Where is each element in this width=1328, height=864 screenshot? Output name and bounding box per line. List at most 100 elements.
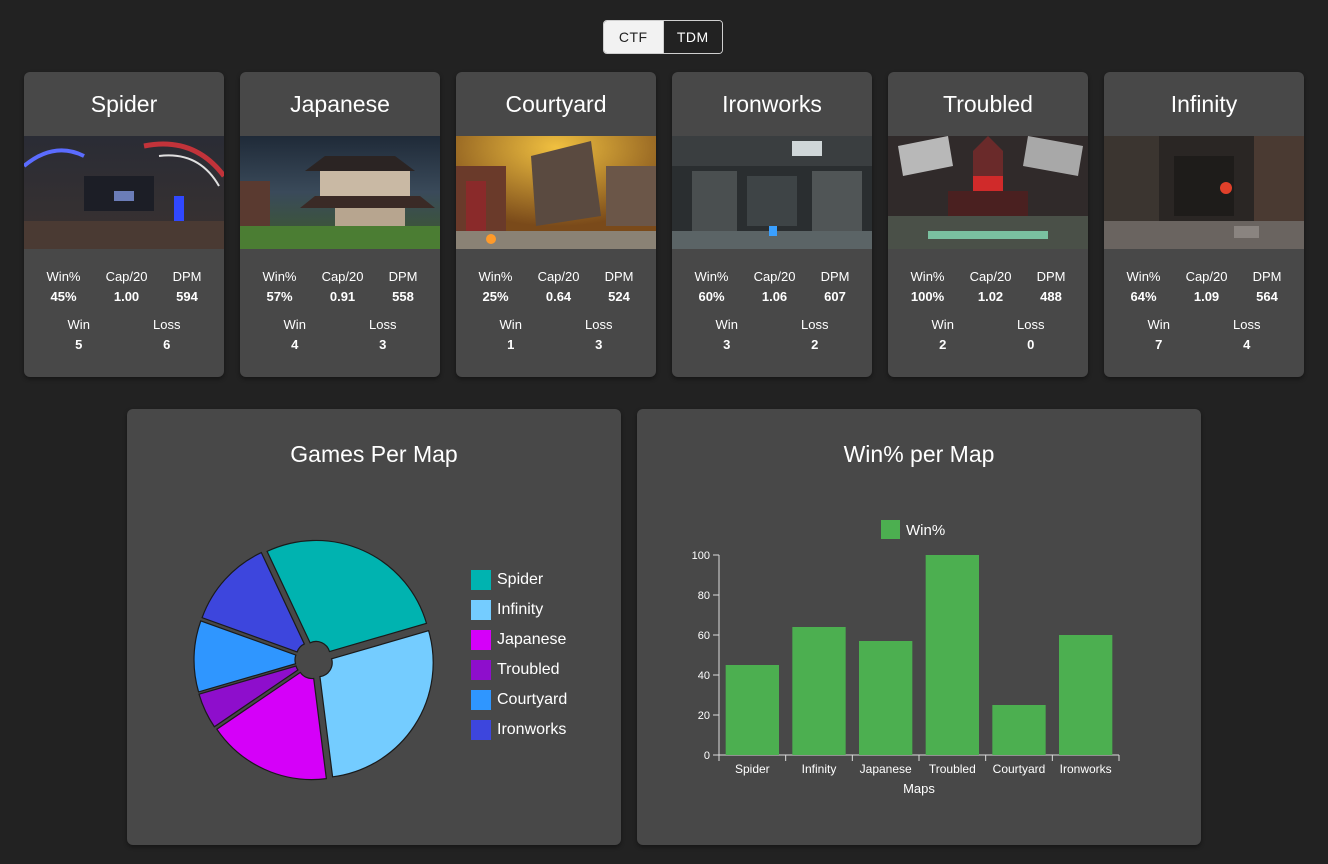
bar-courtyard[interactable] xyxy=(992,705,1046,755)
legend-label: Infinity xyxy=(497,601,544,618)
map-card-japanese: Japanese Win% 57% Cap/20 0.91 DPM 558 Win 4 … xyxy=(240,72,440,377)
map-screenshot xyxy=(456,136,656,249)
loss-value: 4 xyxy=(1243,337,1251,352)
map-card-title: Ironworks xyxy=(722,91,822,117)
map-screenshot xyxy=(672,136,872,249)
win-pct-label: Win% xyxy=(478,269,513,284)
win-label: Win xyxy=(499,317,522,332)
legend-label-win-pct: Win% xyxy=(906,522,945,539)
x-tick-label: Ironworks xyxy=(1060,762,1112,776)
map-screenshot xyxy=(24,136,224,249)
bar-troubled[interactable] xyxy=(925,555,979,755)
x-tick-label: Infinity xyxy=(802,762,837,776)
cap20-label: Cap/20 xyxy=(969,269,1012,284)
loss-value: 2 xyxy=(811,337,819,352)
x-tick-label: Troubled xyxy=(929,762,976,776)
win-value: 1 xyxy=(507,337,515,352)
dpm-label: DPM xyxy=(388,269,418,284)
dpm-label: DPM xyxy=(604,269,634,284)
loss-label: Loss xyxy=(1016,317,1045,332)
win-label: Win xyxy=(931,317,954,332)
win-pct-label: Win% xyxy=(910,269,945,284)
map-card-troubled: Troubled Win% 100% Cap/20 1.02 DPM 488 Win 2… xyxy=(888,72,1088,377)
games-per-map-panel: Games Per Map Spider Infinity Japanese Trou… xyxy=(127,409,621,845)
win-value: 7 xyxy=(1155,337,1163,352)
legend-swatch-win-pct xyxy=(881,520,900,539)
win-pct-value: 25% xyxy=(482,289,509,304)
cap20-value: 0.91 xyxy=(329,289,356,304)
map-card-title: Infinity xyxy=(1170,91,1238,117)
loss-value: 3 xyxy=(379,337,387,352)
pie-slice-infinity[interactable] xyxy=(319,629,434,778)
win-pct-label: Win% xyxy=(262,269,297,284)
cap20-label: Cap/20 xyxy=(105,269,148,284)
legend-swatch xyxy=(471,660,491,680)
map-card-courtyard: Courtyard Win% 25% Cap/20 0.64 DPM 524 Win 1… xyxy=(456,72,656,377)
dpm-value: 594 xyxy=(176,289,198,304)
map-card-spider: Spider Win% 45% Cap/20 1.00 DPM 594 Win 5 Lo… xyxy=(24,72,224,377)
legend-item-courtyard[interactable]: Courtyard xyxy=(471,690,567,710)
cap20-label: Cap/20 xyxy=(753,269,796,284)
dpm-value: 488 xyxy=(1040,289,1062,304)
loss-label: Loss xyxy=(1232,317,1261,332)
legend-swatch xyxy=(471,600,491,620)
cap20-value: 1.06 xyxy=(761,289,788,304)
bar-japanese[interactable] xyxy=(859,641,913,755)
loss-value: 6 xyxy=(163,337,171,352)
legend-item-spider[interactable]: Spider xyxy=(471,570,543,590)
mode-option-tdm[interactable]: TDM xyxy=(662,21,722,53)
win-pct-per-map-panel: Win% per Map Win% 0 20 40 60 80 100 Spider Infin… xyxy=(637,409,1201,845)
win-value: 4 xyxy=(291,337,299,352)
legend-swatch xyxy=(471,630,491,650)
win-pct-value: 45% xyxy=(50,289,77,304)
win-pct-value: 64% xyxy=(1130,289,1157,304)
map-screenshot xyxy=(1104,136,1304,249)
loss-label: Loss xyxy=(584,317,613,332)
legend-label: Courtyard xyxy=(497,691,568,708)
loss-value: 0 xyxy=(1027,337,1035,352)
cap20-label: Cap/20 xyxy=(321,269,364,284)
mode-toggle: CTF TDM xyxy=(603,20,723,54)
dpm-label: DPM xyxy=(1036,269,1066,284)
bar-infinity[interactable] xyxy=(792,627,846,755)
legend-item-ironworks[interactable]: Ironworks xyxy=(471,720,566,740)
map-card-title: Courtyard xyxy=(505,91,607,117)
y-tick-label: 0 xyxy=(704,750,710,762)
win-pct-value: 57% xyxy=(266,289,293,304)
legend-swatch xyxy=(471,690,491,710)
dpm-value: 564 xyxy=(1256,289,1278,304)
cap20-value: 0.64 xyxy=(545,289,572,304)
map-card-ironworks: Ironworks Win% 60% Cap/20 1.06 DPM 607 Win 3… xyxy=(672,72,872,377)
pie-chart xyxy=(193,539,434,781)
win-label: Win xyxy=(283,317,306,332)
win-label: Win xyxy=(1147,317,1170,332)
dpm-value: 558 xyxy=(392,289,414,304)
win-value: 2 xyxy=(939,337,947,352)
y-tick-label: 20 xyxy=(698,710,710,722)
win-pct-label: Win% xyxy=(46,269,81,284)
bar-ironworks[interactable] xyxy=(1059,635,1113,755)
dpm-label: DPM xyxy=(1252,269,1282,284)
legend-item-infinity[interactable]: Infinity xyxy=(471,600,543,620)
cap20-label: Cap/20 xyxy=(1185,269,1228,284)
legend-item-troubled[interactable]: Troubled xyxy=(471,660,560,680)
loss-value: 3 xyxy=(595,337,603,352)
map-card-title: Japanese xyxy=(290,91,390,117)
y-tick-label: 60 xyxy=(698,630,710,642)
x-tick-label: Courtyard xyxy=(993,762,1046,776)
y-tick-label: 80 xyxy=(698,590,710,602)
win-value: 5 xyxy=(75,337,83,352)
x-tick-label: Spider xyxy=(735,762,770,776)
win-pct-value: 60% xyxy=(698,289,725,304)
legend-swatch xyxy=(471,570,491,590)
legend-item-japanese[interactable]: Japanese xyxy=(471,630,566,650)
loss-label: Loss xyxy=(152,317,181,332)
legend-label: Spider xyxy=(497,571,544,588)
dpm-label: DPM xyxy=(820,269,850,284)
map-card-title: Spider xyxy=(90,91,158,117)
mode-option-ctf[interactable]: CTF xyxy=(604,21,663,53)
cap20-value: 1.00 xyxy=(113,289,140,304)
map-card-title: Troubled xyxy=(943,91,1033,117)
bar-spider[interactable] xyxy=(725,665,779,755)
cap20-label: Cap/20 xyxy=(537,269,580,284)
